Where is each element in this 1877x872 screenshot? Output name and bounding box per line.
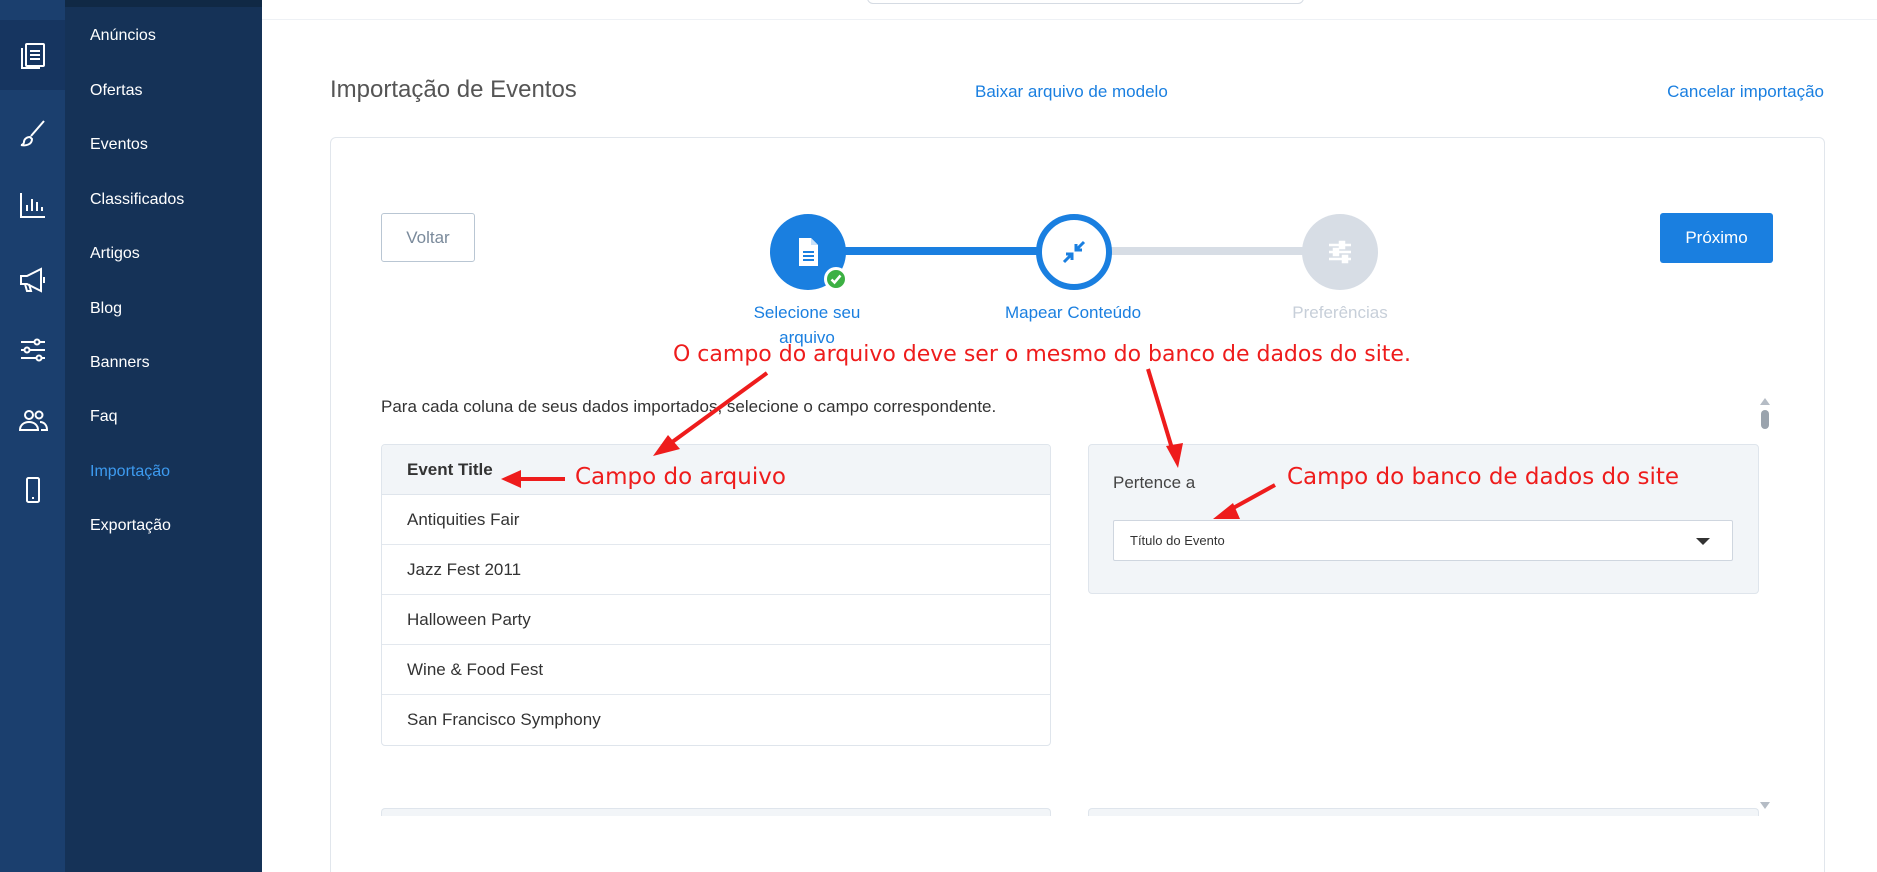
settings-sliders-icon	[20, 338, 45, 362]
sidebar-item-faq[interactable]: Faq	[90, 406, 118, 428]
annotation-file-field: Campo do arquivo	[575, 464, 786, 490]
sidebar-item-exportacao[interactable]: Exportação	[90, 515, 171, 537]
rail-users-button[interactable]	[0, 385, 65, 455]
cancel-import-link[interactable]: Cancelar importação	[1667, 82, 1824, 102]
sidebar-item-blog[interactable]: Blog	[90, 298, 122, 320]
settings-sliders-icon	[1329, 240, 1351, 264]
chevron-down-icon	[1696, 538, 1710, 545]
next-source-column-table	[381, 808, 1051, 816]
back-button[interactable]: Voltar	[381, 213, 475, 262]
rail-design-button[interactable]	[0, 98, 65, 168]
step-preferences[interactable]	[1302, 214, 1378, 290]
top-bar	[262, 0, 1877, 20]
step-complete-badge	[824, 267, 848, 291]
document-icon	[799, 238, 818, 266]
check-icon	[830, 274, 842, 285]
target-field-value: Título do Evento	[1130, 533, 1225, 548]
scroll-down-arrow-icon[interactable]	[1760, 802, 1770, 809]
sidebar-item-eventos[interactable]: Eventos	[90, 134, 148, 156]
sidebar-item-importacao[interactable]: Importação	[90, 461, 170, 483]
annotation-db-field: Campo do banco de dados do site	[1287, 464, 1680, 490]
content-icon	[20, 43, 45, 69]
sidebar-item-ofertas[interactable]: Ofertas	[90, 80, 142, 102]
table-row: Halloween Party	[382, 595, 1050, 645]
icon-rail	[0, 0, 65, 872]
sidebar-item-artigos[interactable]: Artigos	[90, 243, 140, 265]
chart-icon	[19, 193, 45, 218]
sidebar-item-anuncios[interactable]: Anúncios	[90, 25, 156, 47]
top-search-field[interactable]	[867, 0, 1304, 4]
users-icon	[18, 410, 48, 431]
annotation-main: O campo do arquivo deve ser o mesmo do b…	[673, 342, 1411, 367]
rail-mobile-button[interactable]	[0, 455, 65, 525]
brush-icon	[20, 120, 45, 147]
page-title: Importação de Eventos	[330, 76, 577, 103]
sidebar-topbar	[65, 0, 262, 7]
step-map-content[interactable]	[1036, 214, 1112, 290]
compress-arrows-icon	[1062, 240, 1086, 264]
rail-content-button[interactable]	[0, 20, 65, 90]
table-row: Antiquities Fair	[382, 495, 1050, 545]
sidebar-nav: Anúncios Ofertas Eventos Classificados A…	[65, 0, 262, 872]
target-field-select[interactable]: Título do Evento	[1113, 520, 1733, 561]
sidebar-item-classificados[interactable]: Classificados	[90, 189, 184, 211]
sidebar-item-banners[interactable]: Banners	[90, 352, 150, 374]
next-field-mapping-panel	[1088, 808, 1759, 816]
megaphone-icon	[19, 267, 45, 293]
scroll-up-arrow-icon[interactable]	[1760, 398, 1770, 405]
scrollbar-thumb[interactable]	[1761, 410, 1769, 429]
mobile-icon	[25, 477, 40, 503]
rail-reports-button[interactable]	[0, 170, 65, 240]
rail-promote-button[interactable]	[0, 245, 65, 315]
rail-settings-button[interactable]	[0, 315, 65, 385]
table-row: Jazz Fest 2011	[382, 545, 1050, 595]
download-template-link[interactable]: Baixar arquivo de modelo	[975, 82, 1168, 102]
belongs-to-label: Pertence a	[1113, 473, 1196, 492]
next-button[interactable]: Próximo	[1660, 213, 1773, 263]
step-label-map-content: Mapear Conteúdo	[1004, 303, 1142, 322]
step-label-preferences: Preferências	[1292, 303, 1388, 322]
table-row: San Francisco Symphony	[407, 710, 601, 729]
mapping-instruction: Para cada coluna de seus dados importado…	[381, 397, 997, 416]
table-row: Wine & Food Fest	[382, 645, 1050, 695]
